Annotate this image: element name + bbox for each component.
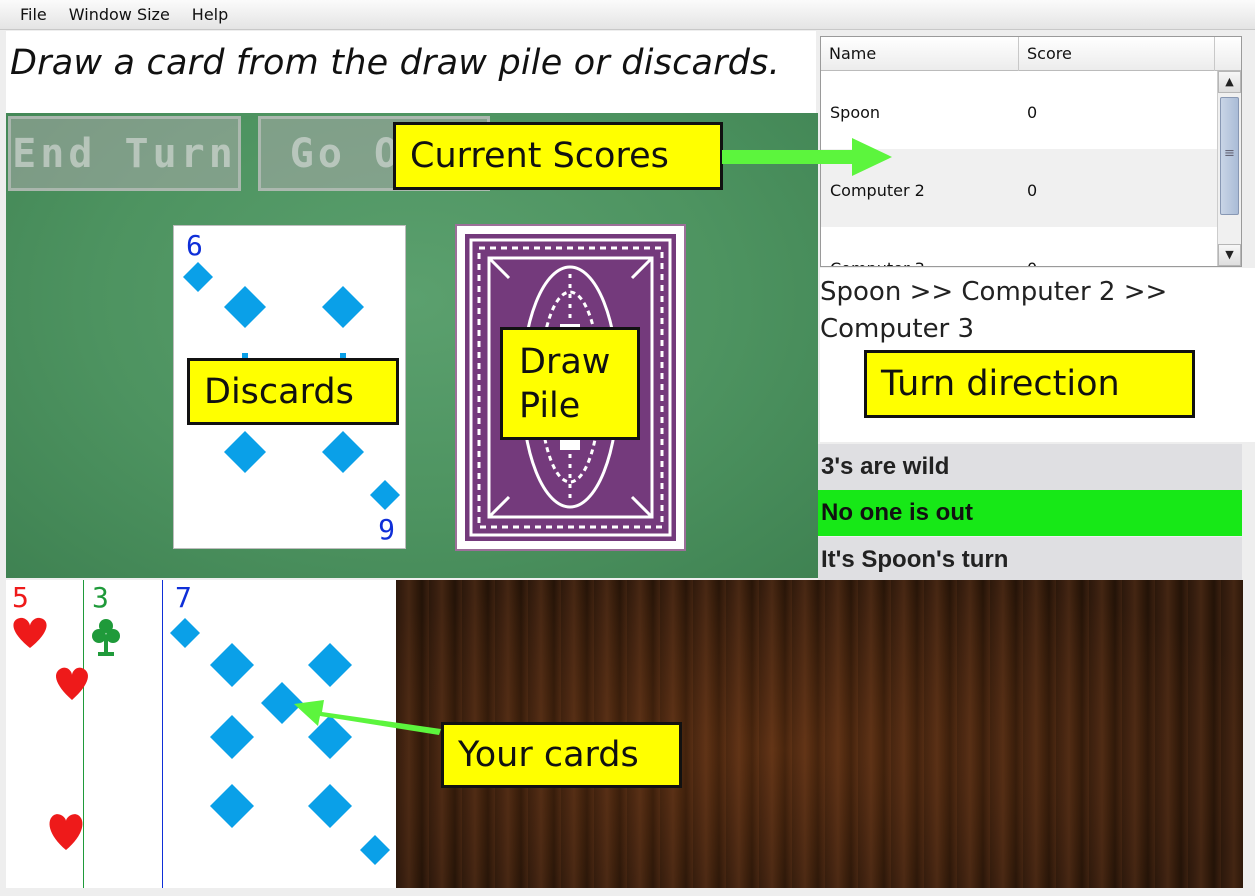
card-rank: 3 — [92, 581, 109, 614]
callout-your-cards: Your cards — [441, 722, 682, 788]
column-header-score[interactable]: Score — [1019, 37, 1215, 71]
scrollbar-thumb[interactable] — [1220, 97, 1239, 215]
hand-card-3-clubs[interactable]: 3 — [84, 580, 163, 888]
player-score: 0 — [1027, 103, 1038, 122]
end-turn-button[interactable]: End Turn — [8, 116, 241, 191]
menu-file[interactable]: File — [20, 5, 47, 24]
hand-card-5-hearts[interactable]: 5 — [6, 580, 84, 888]
scores-header: Name Score — [821, 37, 1241, 71]
diamond-icon — [224, 431, 266, 473]
instruction-text: Draw a card from the draw pile or discar… — [10, 43, 780, 83]
card-rank: 7 — [175, 581, 192, 614]
scroll-down-icon[interactable]: ▼ — [1218, 244, 1241, 266]
player-hand: 5 3 7 — [6, 580, 396, 888]
diamond-icon — [322, 431, 364, 473]
scores-scrollbar[interactable]: ▲ ▼ — [1217, 71, 1241, 266]
player-name: Computer 2 — [830, 181, 925, 200]
status-turn: It's Spoon's turn — [818, 537, 1242, 583]
player-score: 0 — [1027, 259, 1037, 266]
callout-draw-line1: Draw — [519, 341, 611, 382]
end-turn-label: End Turn — [12, 130, 237, 177]
diamond-icon — [322, 286, 364, 328]
column-header-name[interactable]: Name — [821, 37, 1019, 71]
diamond-icon — [224, 286, 266, 328]
turn-order-text: Spoon >> Computer 2 >> Computer 3 — [820, 277, 1168, 344]
diamond-icon — [370, 480, 400, 510]
diamond-icon — [183, 262, 213, 292]
scroll-up-icon[interactable]: ▲ — [1218, 71, 1241, 93]
table-row[interactable]: Spoon 0 — [821, 71, 1217, 149]
player-name: Computer 3 — [830, 259, 925, 266]
scores-table: Name Score Spoon 0 Computer 2 0 Computer… — [820, 36, 1242, 267]
callout-draw-pile: Draw Pile — [500, 327, 640, 440]
status-wild-card: 3's are wild — [818, 444, 1242, 490]
callout-draw-line2: Pile — [519, 385, 581, 426]
callout-discards: Discards — [187, 358, 399, 425]
table-row[interactable]: Computer 3 0 — [821, 227, 1217, 266]
player-score: 0 — [1027, 181, 1038, 200]
hand-card-7-diamonds[interactable]: 7 — [163, 580, 396, 888]
menu-bar: File Window Size Help — [0, 0, 1255, 30]
instruction-panel: Draw a card from the draw pile or discar… — [6, 31, 816, 113]
card-rank: 5 — [12, 581, 29, 614]
player-name: Spoon — [830, 103, 881, 122]
menu-window-size[interactable]: Window Size — [69, 5, 170, 24]
status-out: No one is out — [818, 490, 1242, 536]
menu-help[interactable]: Help — [192, 5, 228, 24]
table-row[interactable]: Computer 2 0 — [821, 149, 1217, 227]
callout-current-scores: Current Scores — [393, 122, 723, 190]
callout-turn-direction: Turn direction — [864, 350, 1195, 418]
